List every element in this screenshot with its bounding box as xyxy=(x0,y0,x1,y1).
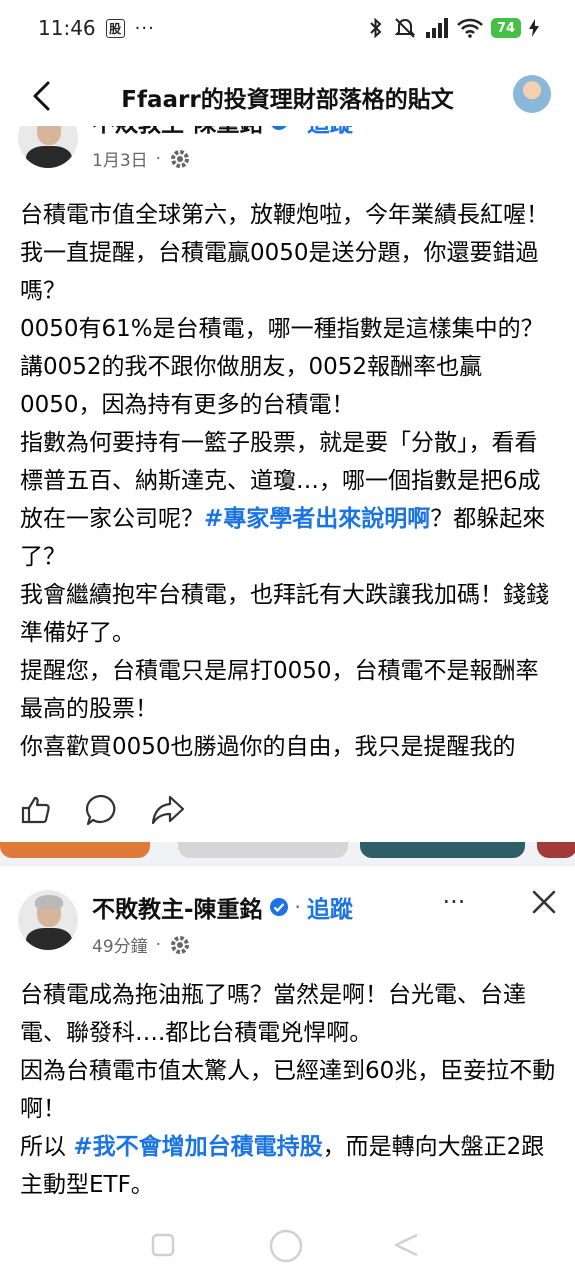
post-2-follow-button[interactable]: 追蹤 xyxy=(307,890,353,924)
more-notifications-indicator: ··· xyxy=(134,17,155,39)
post-2-author-name[interactable]: 不敗教主-陳重銘 xyxy=(92,890,263,924)
separator-dot: · xyxy=(294,895,301,919)
recents-nav-icon[interactable] xyxy=(150,1232,176,1258)
post-2-body: 台積電成為拖油瓶了嗎？當然是啊！台光電、台達電、聯發科….都比台積電兇悍啊。 因… xyxy=(20,976,560,1204)
separator-dot: · xyxy=(155,148,162,169)
post-1-text-end: ？都躲起來了？ 我會繼續抱牢台積電，也拜託有大跌讓我加碼！錢錢準備好了。 提醒您… xyxy=(20,506,549,760)
separator-dot: · xyxy=(155,934,162,955)
next-card-preview xyxy=(0,842,150,858)
comment-icon xyxy=(85,794,116,826)
post-1-author-name[interactable]: 不敗教主-陳重銘 xyxy=(92,126,263,138)
back-nav-icon[interactable] xyxy=(392,1232,420,1258)
post-1: 不敗教主-陳重銘 · 追蹤 1月3日 · 台積電市值全球第六，放鞭炮啦，今年業績… xyxy=(0,126,575,778)
back-button[interactable] xyxy=(24,78,60,114)
post-2-time[interactable]: 49分鐘 xyxy=(92,932,148,957)
charging-icon xyxy=(529,19,539,37)
close-icon xyxy=(532,890,556,914)
share-icon xyxy=(151,795,185,825)
post-1-body: 台積電市值全球第六，放鞭炮啦，今年業績長紅喔！ 我一直提醒，台積電贏0050是送… xyxy=(20,196,560,766)
post-1-text-start: 台積電市值全球第六，放鞭炮啦，今年業績長紅喔！ 我一直提醒，台積電贏0050是送… xyxy=(20,202,549,532)
post-2-close-button[interactable] xyxy=(524,882,564,922)
feed-separator xyxy=(0,842,575,866)
post-2-author-avatar[interactable] xyxy=(18,890,78,950)
post-2-author-row: 不敗教主-陳重銘 · 追蹤 xyxy=(92,890,353,924)
bluetooth-icon xyxy=(370,17,382,39)
post-1-hashtag[interactable]: #專家學者出來說明啊 xyxy=(204,506,430,532)
post-1-date[interactable]: 1月3日 xyxy=(92,146,148,171)
status-right: 74 xyxy=(367,17,539,39)
signal-icon xyxy=(426,18,448,38)
like-icon xyxy=(21,796,50,824)
post-1-follow-button[interactable]: 追蹤 xyxy=(307,126,353,138)
like-button[interactable] xyxy=(16,790,56,830)
verified-badge-icon xyxy=(271,126,287,130)
separator-dot: · xyxy=(295,126,301,133)
post-1-viewport: 不敗教主-陳重銘 · 追蹤 1月3日 · 台積電市值全球第六，放鞭炮啦，今年業績… xyxy=(0,126,575,778)
post-2-more-button[interactable]: ··· xyxy=(434,882,474,922)
stock-app-notification-icon: 股 xyxy=(105,18,125,38)
status-time: 11:46 xyxy=(38,16,96,40)
mute-icon xyxy=(394,18,416,38)
home-nav-icon[interactable] xyxy=(268,1228,304,1264)
globe-settings-icon xyxy=(171,149,190,168)
globe-settings-icon xyxy=(171,935,190,954)
status-bar: 11:46 股 ··· 74 xyxy=(0,0,575,56)
back-arrow-icon xyxy=(33,81,50,111)
post-1-author-avatar[interactable] xyxy=(18,126,78,168)
post-1-author-row: 不敗教主-陳重銘 · 追蹤 xyxy=(92,126,353,138)
status-left: 11:46 股 ··· xyxy=(38,16,155,40)
post-2-meta: 49分鐘 · xyxy=(92,932,191,957)
next-card-preview xyxy=(178,842,348,858)
battery-level: 74 xyxy=(491,18,521,38)
more-options-icon: ··· xyxy=(442,888,466,916)
page-title: Ffaarr的投資理財部落格的貼文 xyxy=(121,87,454,113)
next-card-preview xyxy=(537,842,575,858)
post-2: 不敗教主-陳重銘 · 追蹤 ··· 49分鐘 · 台積電成為拖油瓶了嗎？當然是啊… xyxy=(0,868,575,1218)
post-1-meta: 1月3日 · xyxy=(92,146,191,171)
next-card-preview xyxy=(360,842,525,858)
profile-avatar[interactable] xyxy=(513,75,551,113)
wifi-icon xyxy=(457,18,483,38)
verified-badge-icon xyxy=(269,898,288,916)
post-1-action-bar xyxy=(0,780,575,840)
share-button[interactable] xyxy=(148,790,188,830)
comment-button[interactable] xyxy=(82,790,122,830)
system-nav-bar xyxy=(0,1218,575,1280)
post-2-hashtag[interactable]: #我不會增加台積電持股 xyxy=(73,1134,322,1160)
page-header: Ffaarr的投資理財部落格的貼文 xyxy=(0,66,575,126)
